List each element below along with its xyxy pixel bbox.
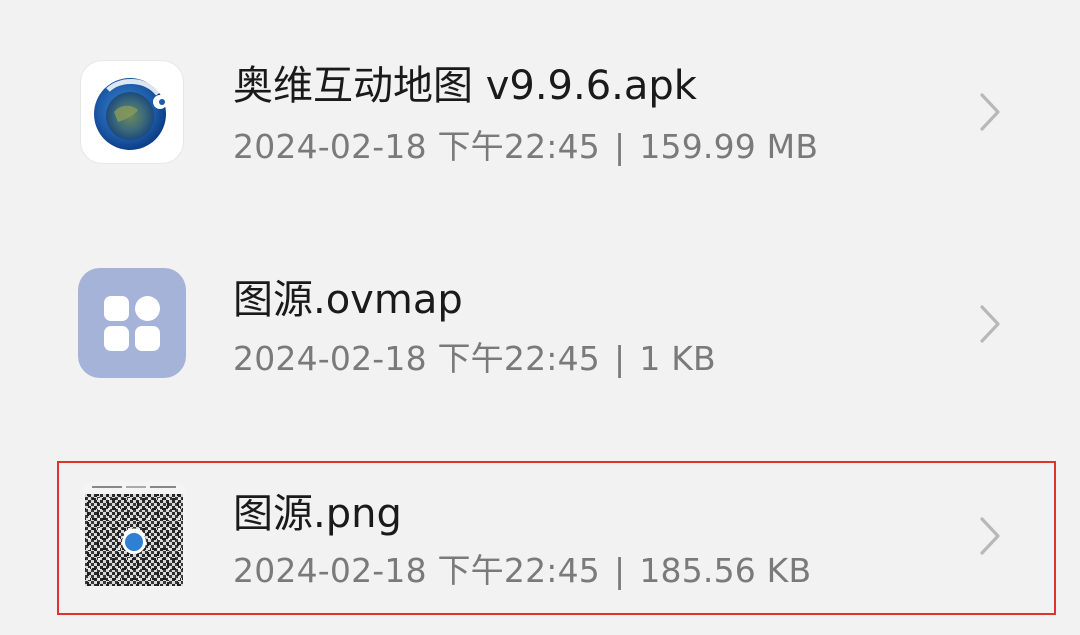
- file-name: 图源.png: [233, 491, 402, 537]
- file-item-apk[interactable]: 奥维互动地图 v9.9.6.apk 2024-02-18 下午22:45 | 159…: [0, 0, 1080, 200]
- file-name: 图源.ovmap: [233, 277, 463, 323]
- ovital-map-app-icon: [80, 60, 184, 164]
- file-meta: 2024-02-18 下午22:45 | 159.99 MB: [233, 130, 818, 163]
- file-date: 2024-02-18 下午22:45: [233, 339, 600, 378]
- chevron-right-icon: [980, 305, 1000, 343]
- file-size: 1 KB: [639, 339, 716, 378]
- file-size: 159.99 MB: [639, 127, 819, 166]
- file-date: 2024-02-18 下午22:45: [233, 551, 600, 590]
- file-size: 185.56 KB: [639, 551, 812, 590]
- meta-separator: |: [613, 127, 626, 166]
- qr-code-image-thumbnail: [82, 482, 186, 588]
- ovmap-file-icon: [78, 268, 186, 378]
- file-name: 奥维互动地图 v9.9.6.apk: [233, 63, 697, 109]
- chevron-right-icon: [980, 517, 1000, 555]
- meta-separator: |: [613, 339, 626, 378]
- chevron-right-icon: [980, 93, 1000, 131]
- meta-separator: |: [613, 551, 626, 590]
- file-meta: 2024-02-18 下午22:45 | 1 KB: [233, 342, 716, 375]
- file-item-ovmap[interactable]: 图源.ovmap 2024-02-18 下午22:45 | 1 KB: [0, 210, 1080, 410]
- file-item-png[interactable]: 图源.png 2024-02-18 下午22:45 | 185.56 KB: [0, 420, 1080, 620]
- file-meta: 2024-02-18 下午22:45 | 185.56 KB: [233, 554, 811, 587]
- file-date: 2024-02-18 下午22:45: [233, 127, 600, 166]
